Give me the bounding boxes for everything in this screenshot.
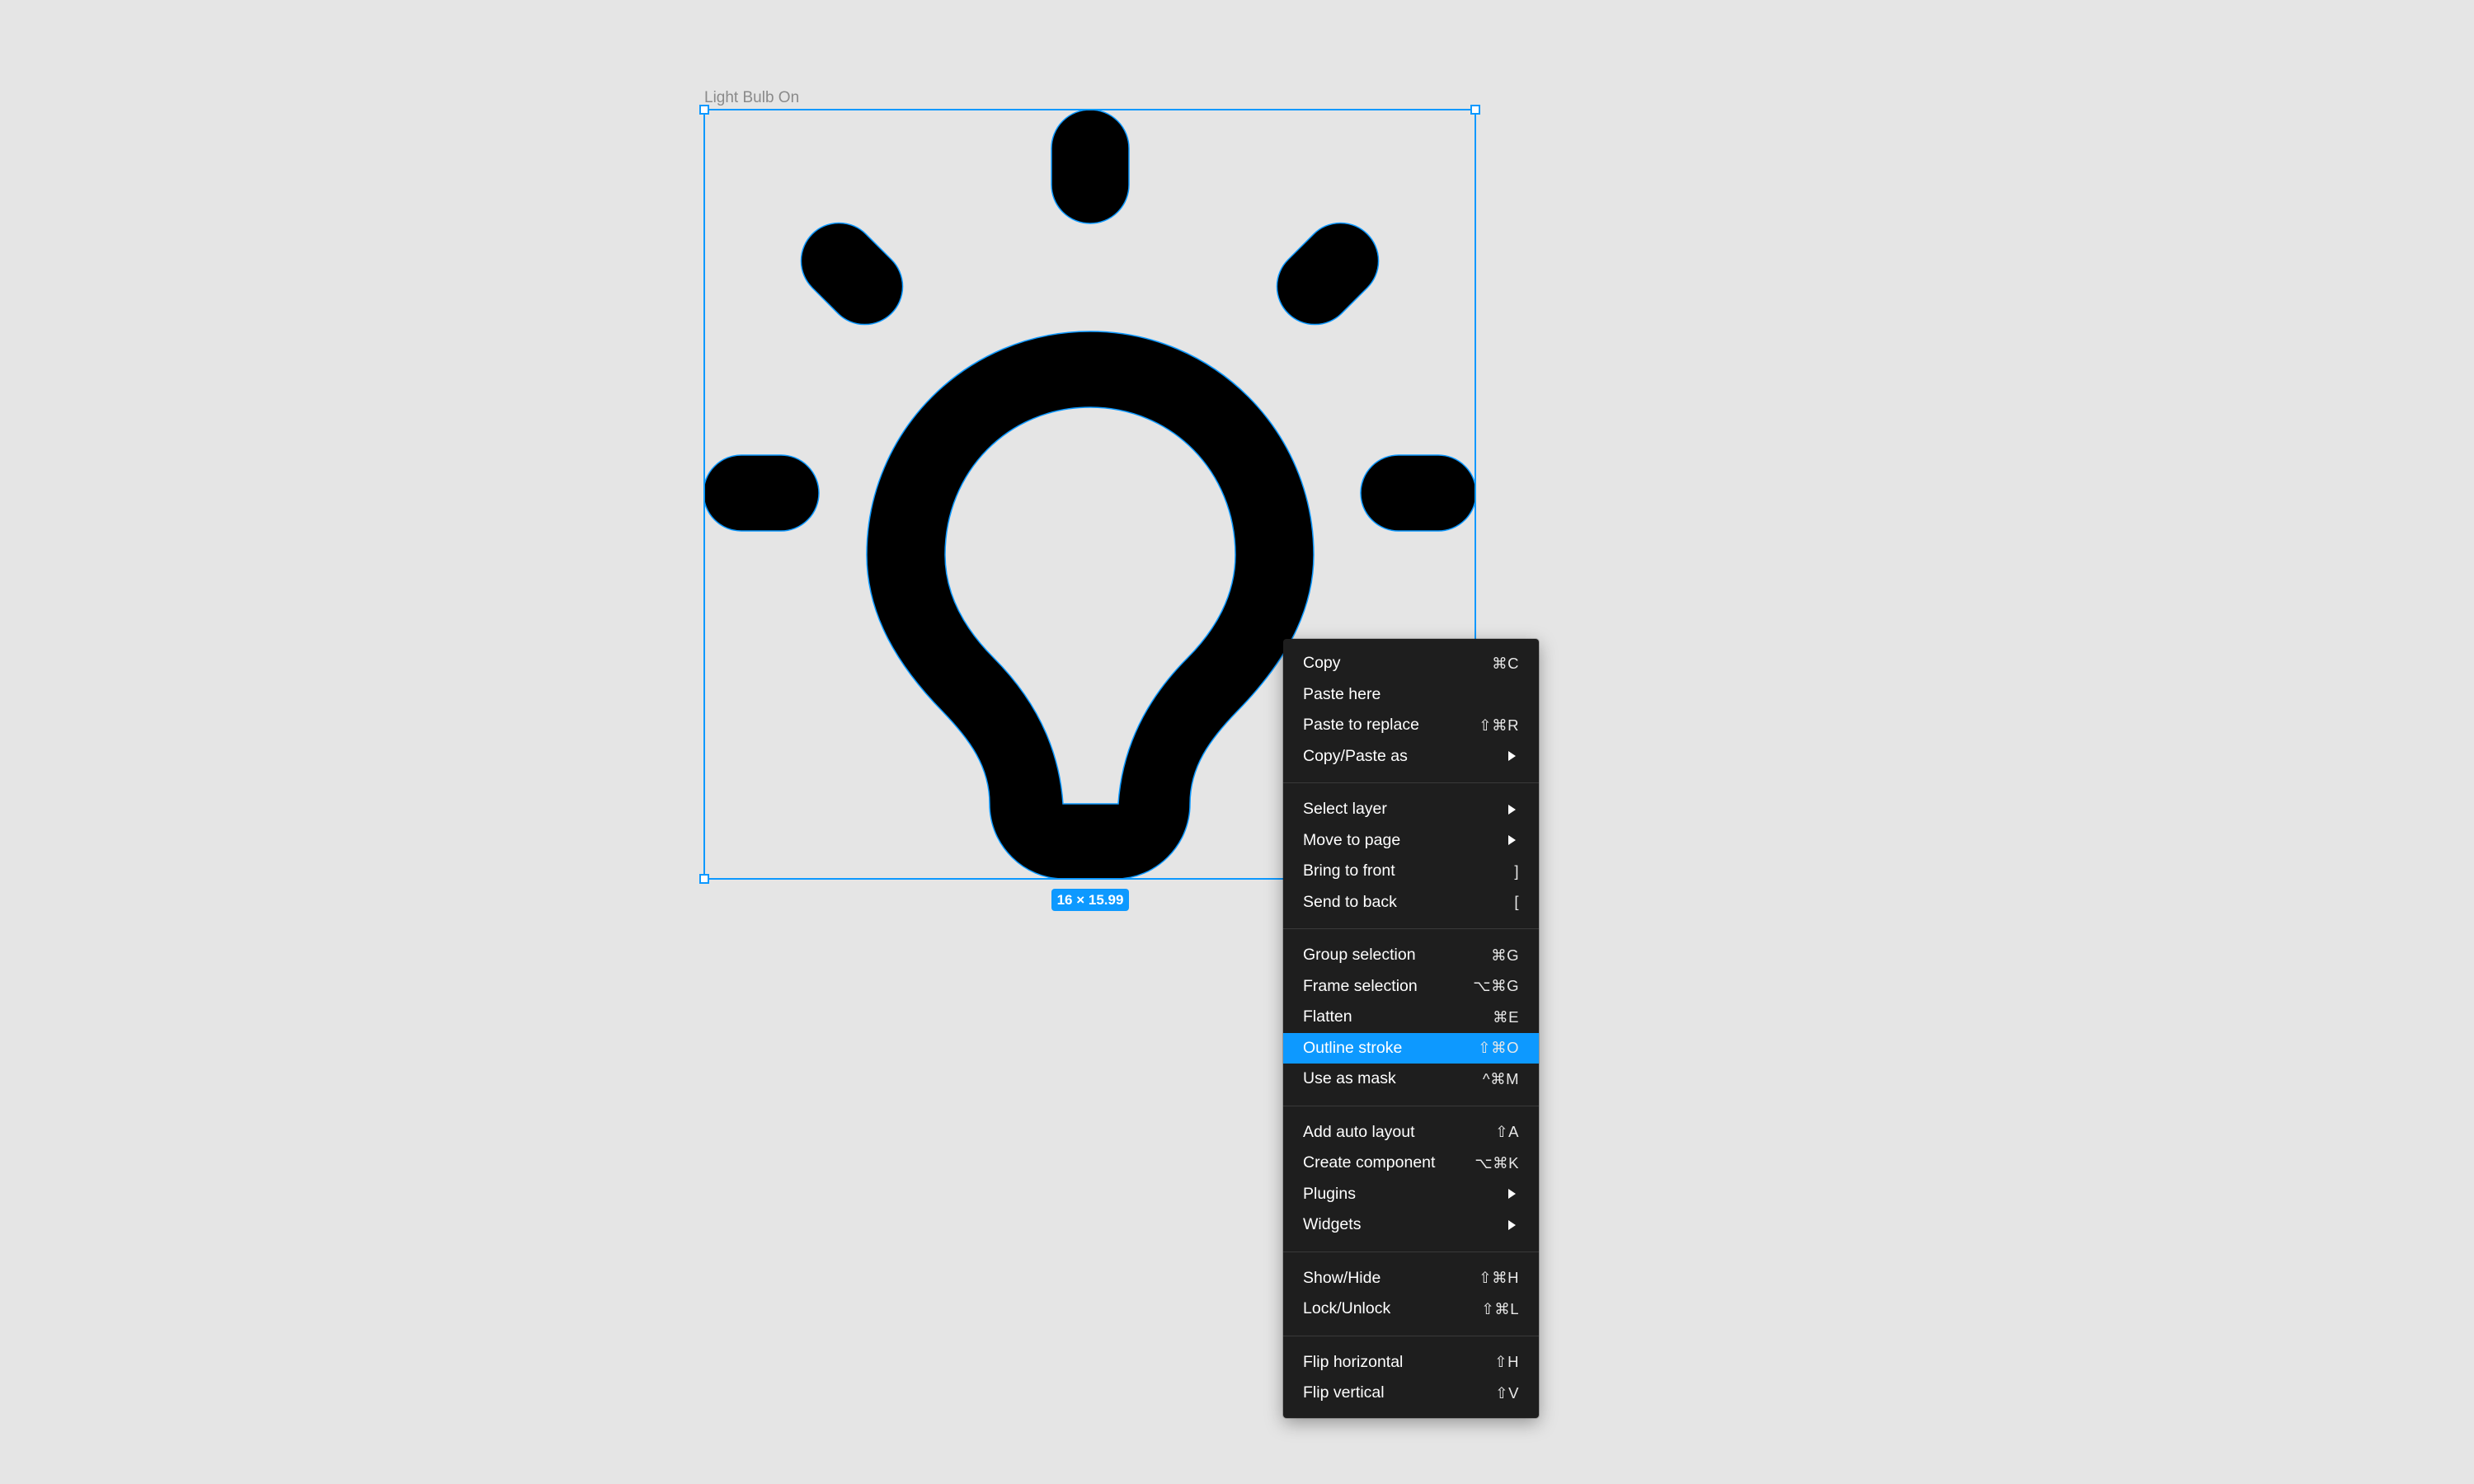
- menu-item-copy[interactable]: Copy ⌘C: [1283, 648, 1539, 679]
- menu-item-label: Plugins: [1303, 1184, 1356, 1203]
- menu-item-shortcut: ⇧⌘L: [1481, 1299, 1519, 1317]
- submenu-arrow-icon: [1508, 1189, 1516, 1200]
- menu-item-label: Frame selection: [1303, 976, 1418, 995]
- menu-item-shortcut: ⇧H: [1494, 1353, 1519, 1371]
- menu-item-shortcut: ^⌘M: [1482, 1069, 1519, 1087]
- menu-item-shortcut: ⌘E: [1493, 1007, 1519, 1026]
- dimensions-badge: 16 × 15.99: [1051, 889, 1129, 911]
- menu-item-use-as-mask[interactable]: Use as mask ^⌘M: [1283, 1064, 1539, 1095]
- menu-item-shortcut: ]: [1514, 862, 1519, 880]
- menu-item-shortcut: ⇧⌘O: [1478, 1039, 1519, 1057]
- menu-item-shortcut: ⇧V: [1495, 1383, 1519, 1402]
- menu-item-plugins[interactable]: Plugins: [1283, 1179, 1539, 1210]
- frame-label[interactable]: Light Bulb On: [704, 89, 799, 107]
- resize-handle-top-right[interactable]: [1470, 105, 1480, 115]
- menu-item-flip-vertical[interactable]: Flip vertical ⇧V: [1283, 1378, 1539, 1409]
- menu-item-label: Flip horizontal: [1303, 1352, 1404, 1371]
- design-canvas[interactable]: Light Bulb On 16 × 15.99 Copy ⌘C Paste her…: [0, 0, 2474, 1484]
- menu-item-label: Copy: [1303, 654, 1341, 673]
- menu-item-paste-here[interactable]: Paste here: [1283, 679, 1539, 711]
- menu-item-label: Widgets: [1303, 1215, 1362, 1234]
- menu-item-label: Send to back: [1303, 892, 1397, 911]
- menu-item-label: Use as mask: [1303, 1069, 1396, 1088]
- menu-item-frame-selection[interactable]: Frame selection ⌥⌘G: [1283, 971, 1539, 1003]
- menu-item-shortcut: ⇧⌘R: [1479, 716, 1519, 734]
- menu-item-send-to-back[interactable]: Send to back [: [1283, 887, 1539, 918]
- menu-item-move-to-page[interactable]: Move to page: [1283, 825, 1539, 857]
- menu-item-label: Copy/Paste as: [1303, 746, 1408, 765]
- menu-separator: [1283, 782, 1539, 783]
- submenu-arrow-icon: [1508, 835, 1516, 846]
- menu-item-shortcut: ⇧⌘H: [1479, 1269, 1519, 1287]
- menu-item-add-auto-layout[interactable]: Add auto layout ⇧A: [1283, 1117, 1539, 1148]
- menu-item-group-selection[interactable]: Group selection ⌘G: [1283, 940, 1539, 971]
- menu-item-shortcut: ⌘C: [1492, 654, 1519, 672]
- submenu-arrow-icon: [1508, 751, 1516, 762]
- menu-item-label: Flip vertical: [1303, 1383, 1385, 1402]
- menu-item-label: Create component: [1303, 1153, 1436, 1172]
- submenu-arrow-icon: [1508, 1219, 1516, 1230]
- menu-item-label: Move to page: [1303, 830, 1401, 849]
- menu-item-paste-to-replace[interactable]: Paste to replace ⇧⌘R: [1283, 710, 1539, 741]
- menu-item-label: Outline stroke: [1303, 1038, 1403, 1057]
- resize-handle-bottom-left[interactable]: [699, 874, 709, 884]
- menu-item-lock-unlock[interactable]: Lock/Unlock ⇧⌘L: [1283, 1294, 1539, 1325]
- menu-item-label: Paste here: [1303, 684, 1381, 703]
- menu-item-label: Group selection: [1303, 946, 1416, 965]
- menu-item-select-layer[interactable]: Select layer: [1283, 794, 1539, 825]
- resize-handle-top-left[interactable]: [699, 105, 709, 115]
- menu-item-shortcut: ⇧A: [1495, 1123, 1519, 1141]
- menu-separator: [1283, 928, 1539, 929]
- menu-item-shortcut: ⌘G: [1491, 946, 1519, 964]
- menu-item-outline-stroke[interactable]: Outline stroke ⇧⌘O: [1283, 1032, 1539, 1064]
- menu-item-label: Select layer: [1303, 800, 1387, 819]
- menu-item-show-hide[interactable]: Show/Hide ⇧⌘H: [1283, 1263, 1539, 1294]
- submenu-arrow-icon: [1508, 804, 1516, 815]
- menu-item-label: Bring to front: [1303, 862, 1395, 881]
- menu-item-label: Paste to replace: [1303, 716, 1419, 735]
- menu-item-widgets[interactable]: Widgets: [1283, 1209, 1539, 1241]
- menu-item-flip-horizontal[interactable]: Flip horizontal ⇧H: [1283, 1347, 1539, 1378]
- menu-item-bring-to-front[interactable]: Bring to front]: [1283, 856, 1539, 887]
- menu-item-label: Add auto layout: [1303, 1122, 1415, 1141]
- menu-item-shortcut: ⌥⌘K: [1475, 1153, 1519, 1172]
- menu-item-label: Lock/Unlock: [1303, 1299, 1391, 1318]
- context-menu: Copy ⌘C Paste here Paste to replace ⇧⌘R Copy/…: [1283, 639, 1539, 1418]
- menu-item-copy-paste-as[interactable]: Copy/Paste as: [1283, 741, 1539, 773]
- menu-item-shortcut: ⌥⌘G: [1473, 977, 1519, 995]
- menu-item-shortcut: [: [1514, 893, 1519, 911]
- menu-item-label: Flatten: [1303, 1007, 1352, 1026]
- menu-item-label: Show/Hide: [1303, 1268, 1381, 1287]
- menu-item-create-component[interactable]: Create component ⌥⌘K: [1283, 1148, 1539, 1179]
- menu-item-flatten[interactable]: Flatten ⌘E: [1283, 1002, 1539, 1033]
